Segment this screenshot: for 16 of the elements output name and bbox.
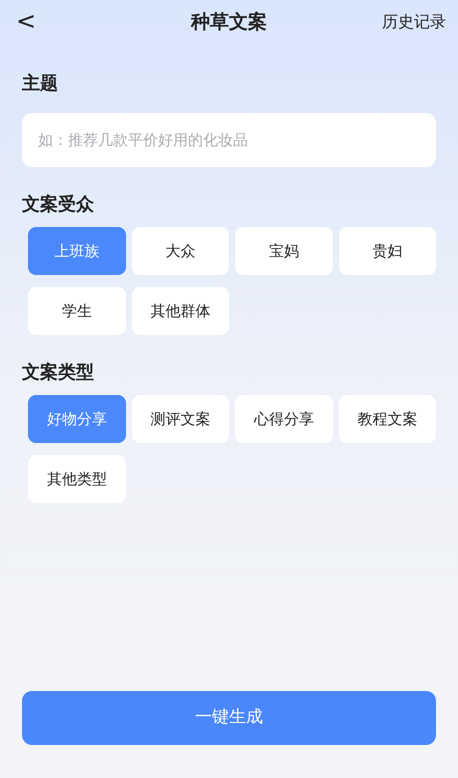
section-title: 主题 [22, 72, 59, 96]
option-chip[interactable]: 贵妇 [338, 227, 436, 275]
history-link[interactable]: 历史记录 [382, 10, 446, 34]
back-button[interactable]: < [12, 6, 40, 36]
section-title: 文案类型 [22, 361, 95, 385]
option-chip[interactable]: 其他类型 [28, 455, 126, 503]
section-title: 文案受众 [22, 193, 95, 217]
option-chip[interactable]: 宝妈 [235, 227, 332, 275]
option-chip[interactable]: 心得分享 [235, 395, 332, 443]
option-chip[interactable]: 测评文案 [132, 395, 229, 443]
topic-field[interactable]: 如：推荐几款平价好用的化妆品 [22, 113, 436, 167]
option-chip[interactable]: 大众 [132, 227, 229, 275]
option-chip[interactable]: 学生 [28, 287, 126, 335]
option-chip[interactable]: 其他群体 [132, 287, 229, 335]
option-chip[interactable]: 教程文案 [338, 395, 436, 443]
page-title: 种草文案 [191, 10, 267, 35]
